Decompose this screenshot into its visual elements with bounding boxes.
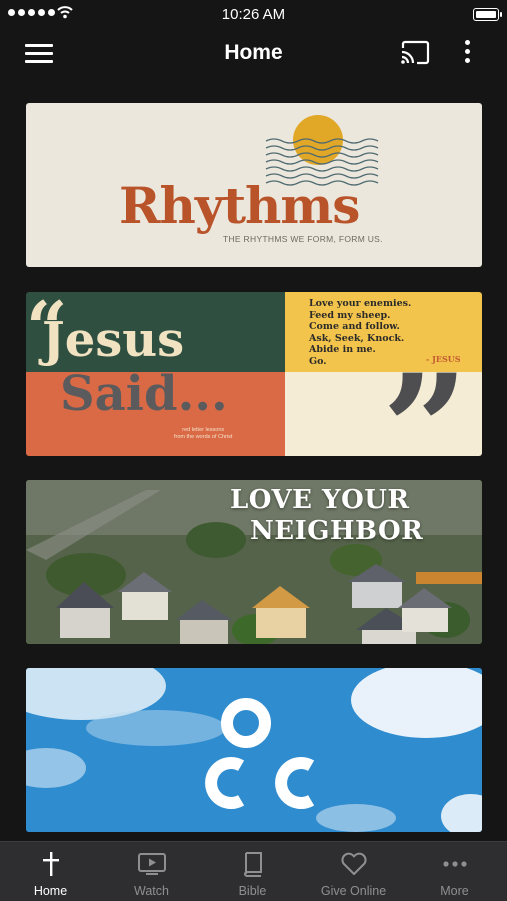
jesus-title-line1: Jesus bbox=[42, 312, 185, 368]
occ-logo bbox=[205, 698, 315, 809]
love-your-neighbor-series-card[interactable]: LOVE YOUR NEIGHBOR bbox=[26, 480, 482, 644]
cross-icon bbox=[42, 852, 59, 876]
rhythms-series-card[interactable]: Rhythms THE RHYTHMS WE FORM, FORM US. bbox=[26, 103, 482, 267]
navigation-bar: Home bbox=[0, 28, 507, 78]
series-fine-print: red letter lessons from the words of Chr… bbox=[174, 427, 233, 441]
tab-label: More bbox=[440, 884, 469, 898]
cast-icon[interactable] bbox=[400, 40, 430, 66]
more-dots-icon bbox=[442, 861, 467, 867]
tab-more[interactable]: More bbox=[404, 842, 505, 901]
occ-logo-card[interactable] bbox=[26, 668, 482, 832]
close-quote-mark: ” bbox=[382, 342, 469, 456]
rhythms-tagline: THE RHYTHMS WE FORM, FORM US. bbox=[223, 234, 383, 244]
rhythms-title: Rhythms bbox=[119, 176, 360, 235]
tab-bible[interactable]: Bible bbox=[202, 842, 303, 901]
book-icon bbox=[243, 852, 262, 877]
status-bar: 10:26 AM bbox=[0, 0, 507, 28]
heart-icon bbox=[340, 852, 367, 875]
quote-line: Feed my sheep. bbox=[309, 309, 391, 321]
quote-line: Come and follow. bbox=[309, 321, 400, 333]
jesus-said-series-card[interactable]: “ Jesus Said... red letter lessons from … bbox=[26, 292, 482, 456]
tab-home[interactable]: Home bbox=[0, 842, 101, 901]
tab-watch[interactable]: Watch bbox=[101, 842, 202, 901]
battery-icon bbox=[473, 8, 502, 21]
bottom-tab-bar: Home Watch Bible Give Online More bbox=[0, 841, 507, 901]
jesus-title-line2: Said... bbox=[60, 366, 228, 422]
tab-label: Watch bbox=[134, 884, 169, 898]
love-your-neighbor-title-line2: NEIGHBOR bbox=[250, 516, 424, 546]
status-time: 10:26 AM bbox=[221, 6, 286, 23]
page-title: Home bbox=[224, 41, 283, 64]
quote-line: Love your enemies. bbox=[309, 298, 412, 309]
tab-label: Give Online bbox=[320, 884, 387, 898]
love-your-neighbor-title-line1: LOVE YOUR bbox=[230, 485, 410, 515]
tab-label: Home bbox=[33, 884, 68, 898]
tv-play-icon bbox=[137, 853, 166, 875]
tab-label: Bible bbox=[238, 884, 267, 898]
overflow-menu-icon[interactable] bbox=[462, 40, 472, 66]
tab-give-online[interactable]: Give Online bbox=[303, 842, 404, 901]
